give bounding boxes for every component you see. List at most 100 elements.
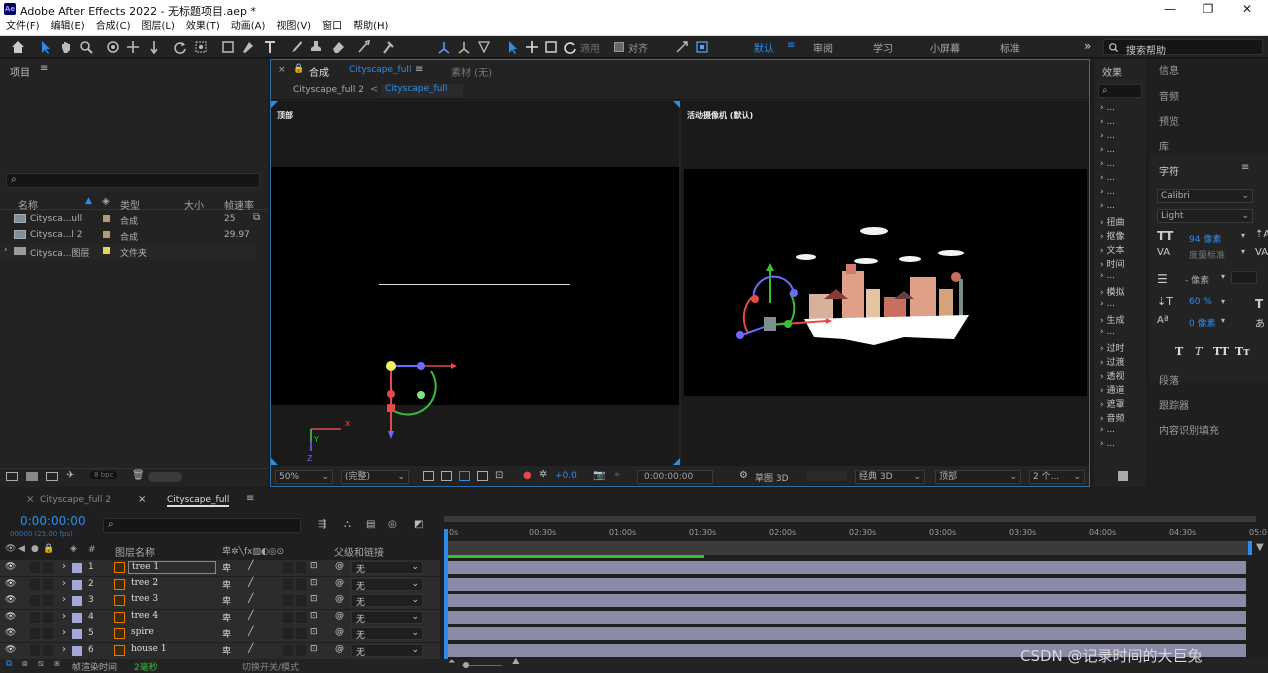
layer-name[interactable]: tree 3 xyxy=(128,594,216,607)
effects-category[interactable]: › 过时 xyxy=(1100,341,1124,354)
effects-category[interactable]: › 扭曲 xyxy=(1100,215,1124,228)
character-panel-title[interactable]: 字符 xyxy=(1159,163,1179,178)
zoom-in-icon[interactable]: ⛰ xyxy=(512,657,520,667)
shy-switch-icon[interactable]: 卑 xyxy=(222,644,231,657)
pick-whip-icon[interactable]: @ xyxy=(335,611,344,621)
lock-icon[interactable]: 🔒 xyxy=(293,64,304,74)
adjustment-toggle[interactable] xyxy=(283,578,293,590)
3d-layer-icon[interactable]: ⊡ xyxy=(310,561,318,571)
col-parent[interactable]: 父级和链接 xyxy=(334,544,384,559)
project-item[interactable]: › Citysca...图层 文件夹 xyxy=(0,244,255,260)
transform-gizmo[interactable] xyxy=(371,351,461,441)
timeline-toggle-icon[interactable]: ⧉ xyxy=(6,659,12,669)
comp-flowchart-icon[interactable]: ⇶ xyxy=(318,519,326,530)
layer-search-input[interactable]: ⌕ xyxy=(103,518,301,533)
lock-toggle[interactable] xyxy=(43,595,53,606)
eye-icon[interactable]: 👁 xyxy=(5,579,16,589)
draft-3d-icon[interactable]: ⚙ xyxy=(739,470,748,481)
snap-checkbox[interactable] xyxy=(614,42,624,52)
baseline-shift-value[interactable]: 0 像素 xyxy=(1189,316,1216,329)
chevron-down-icon[interactable]: ▾ xyxy=(1241,231,1245,240)
toggle-switches-modes[interactable]: 切换开关/模式 xyxy=(242,660,299,673)
menu-window[interactable]: 窗口 xyxy=(322,19,342,35)
parent-dropdown[interactable]: 无 ⌄ xyxy=(351,594,423,608)
adjustment-toggle[interactable] xyxy=(283,562,293,573)
3d-toggle[interactable] xyxy=(296,611,306,623)
work-area-end[interactable] xyxy=(1248,541,1252,555)
expand-arrow-icon[interactable]: › xyxy=(4,245,8,255)
expand-arrow-icon[interactable]: › xyxy=(62,578,66,589)
show-snapshot-icon[interactable]: ⚭ xyxy=(613,470,621,481)
footage-tab[interactable]: 素材 (无) xyxy=(451,64,492,79)
pick-whip-icon[interactable]: @ xyxy=(335,594,344,604)
col-name[interactable]: 名称 xyxy=(18,197,38,212)
timeline-menu-icon[interactable]: ≡ xyxy=(246,493,254,504)
top-view-canvas[interactable] xyxy=(271,167,679,405)
menu-layer[interactable]: 图层(L) xyxy=(141,19,174,35)
pick-whip-icon[interactable]: @ xyxy=(335,578,344,588)
quality-switch-icon[interactable]: ╱ xyxy=(248,644,253,654)
pen-tool-icon[interactable] xyxy=(240,39,256,55)
parent-dropdown[interactable]: 无 ⌄ xyxy=(351,577,423,592)
zoom-dropdown[interactable]: 50% ⌄ xyxy=(275,470,333,484)
shy-switch-icon[interactable]: 卑 xyxy=(222,594,231,607)
eye-icon[interactable]: 👁 xyxy=(5,612,16,622)
3d-toggle[interactable] xyxy=(296,644,306,656)
col-type[interactable]: 类型 xyxy=(120,197,140,212)
effects-panel-title[interactable]: 效果 xyxy=(1102,64,1122,79)
all-caps-button[interactable]: TT xyxy=(1213,345,1229,358)
paragraph-panel-tab[interactable]: 段落 xyxy=(1159,372,1179,387)
layer-name[interactable]: spire xyxy=(128,627,216,640)
effects-category[interactable]: › 透视 xyxy=(1100,369,1124,382)
layer-name[interactable]: tree 2 xyxy=(128,578,216,591)
menu-effect[interactable]: 效果(T) xyxy=(186,19,220,35)
adjustment-toggle[interactable] xyxy=(283,611,293,623)
viewer-top[interactable]: 顶部 x Y Z xyxy=(271,101,679,466)
tab-close-icon[interactable]: × xyxy=(26,494,34,505)
adjustment-toggle[interactable] xyxy=(283,595,293,606)
menu-help[interactable]: 帮助(H) xyxy=(353,19,388,35)
project-search-input[interactable]: ⌕ xyxy=(6,173,260,188)
library-panel-tab[interactable]: 库 xyxy=(1159,138,1169,153)
label-color-swatch[interactable] xyxy=(72,596,82,606)
transparency-grid-icon[interactable] xyxy=(441,471,452,481)
eraser-tool-icon[interactable] xyxy=(330,39,346,55)
current-time-display[interactable]: 0:00:00:00 xyxy=(20,514,86,528)
lock-toggle[interactable] xyxy=(43,562,53,573)
effects-category[interactable]: › ... xyxy=(1100,117,1115,127)
project-panel-title[interactable]: 项目 xyxy=(10,64,30,79)
label-color-swatch[interactable] xyxy=(103,247,110,254)
new-preset-icon[interactable] xyxy=(1118,471,1128,481)
clone-stamp-icon[interactable] xyxy=(308,39,324,55)
layer-row[interactable]: 👁 › 1 tree 1 卑 ╱ ⊡ @ 无 ⌄ xyxy=(0,560,440,576)
layer-name[interactable]: tree 4 xyxy=(128,611,216,624)
pick-whip-icon[interactable]: @ xyxy=(335,561,344,571)
faux-bold-button[interactable]: T xyxy=(1175,345,1183,358)
lock-toggle[interactable] xyxy=(43,611,53,623)
3d-toggle[interactable] xyxy=(296,562,306,573)
solo-toggle[interactable] xyxy=(30,562,40,573)
mask-visibility-icon[interactable] xyxy=(459,471,470,481)
comp-close-icon[interactable]: × xyxy=(278,65,286,75)
shy-layers-icon[interactable]: ⛬ xyxy=(344,519,351,530)
rotate-tool-icon[interactable] xyxy=(172,39,188,55)
effects-category[interactable]: › 遮罩 xyxy=(1100,397,1124,410)
renderer-dropdown[interactable]: 经典 3D ⌄ xyxy=(855,470,925,484)
pick-whip-icon[interactable]: @ xyxy=(335,627,344,637)
shy-switch-icon[interactable]: 卑 xyxy=(222,627,231,640)
snapshot-icon[interactable]: 📷 xyxy=(593,470,605,481)
fast-preview-icon[interactable] xyxy=(423,471,434,481)
menu-animation[interactable]: 动画(A) xyxy=(231,19,266,35)
font-size-value[interactable]: 94 像素 xyxy=(1189,232,1221,245)
workspace-menu-icon[interactable]: ≡ xyxy=(787,40,795,51)
col-fps[interactable]: 帧速率 xyxy=(224,197,254,212)
layer-duration-bar[interactable] xyxy=(448,561,1246,574)
bit-depth-button[interactable]: 8 bpc xyxy=(90,471,118,479)
content-aware-fill-tab[interactable]: 内容识别填充 xyxy=(1159,422,1219,437)
expand-switches-icon[interactable]: ⧈ xyxy=(22,659,28,669)
adjustment-toggle[interactable] xyxy=(283,644,293,656)
selection-tool-icon[interactable] xyxy=(38,39,54,55)
workspace-standard[interactable]: 标准 xyxy=(1000,40,1020,55)
layer-duration-bar[interactable] xyxy=(448,594,1246,607)
label-color-swatch[interactable] xyxy=(72,563,82,573)
